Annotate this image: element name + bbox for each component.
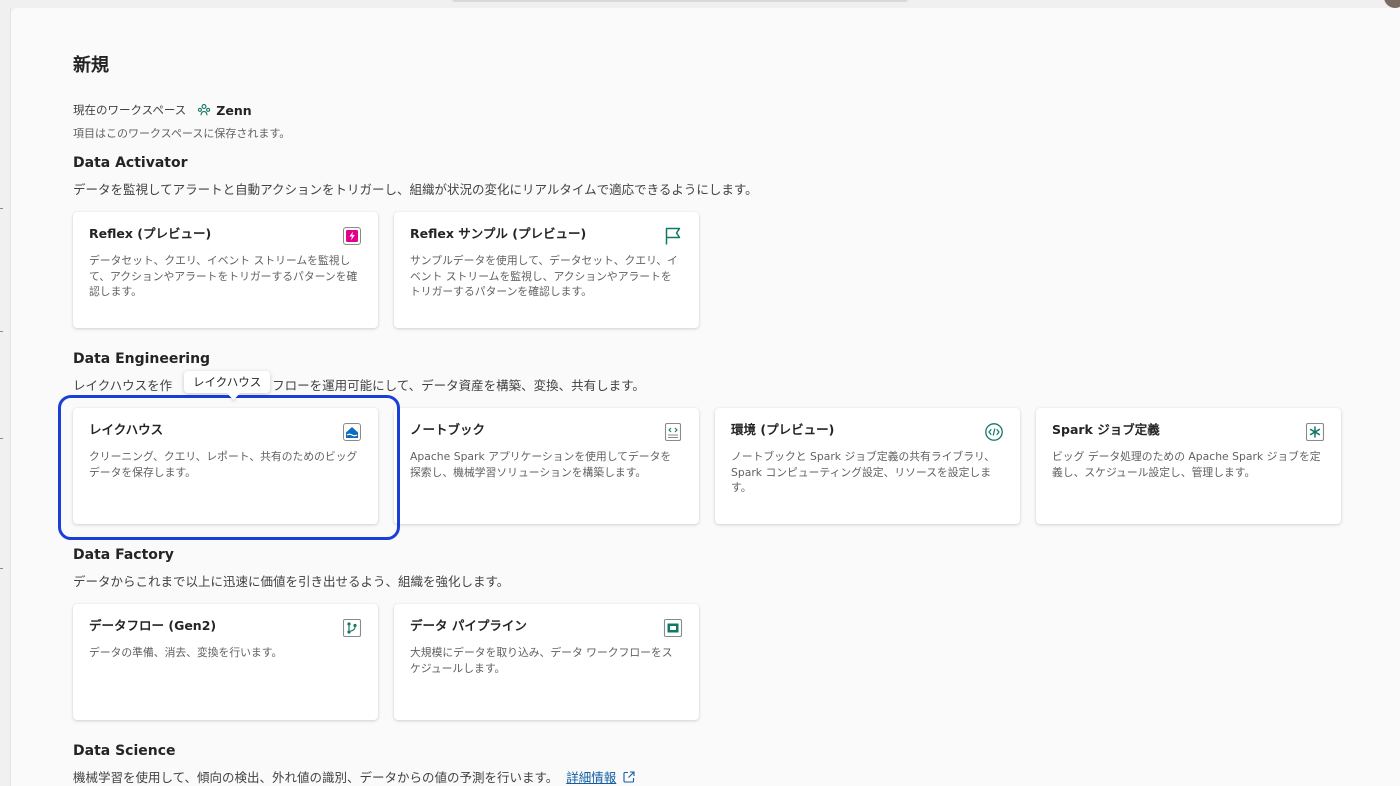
card-description: クリーニング、クエリ、レポート、共有のためのビッグ データを保存します。 [89, 450, 358, 479]
external-link-icon[interactable] [622, 770, 636, 784]
page-title: 新規 [73, 55, 109, 76]
card-title: データ パイプライン [410, 618, 527, 633]
card-dataflow-gen2[interactable]: データフロー (Gen2) データの準備、消去、変換を行います。 [73, 604, 378, 720]
card-reflex[interactable]: Reflex (プレビュー) データセット、クエリ、イベント ストリームを監視し… [73, 212, 378, 328]
card-description: サンプルデータを使用して、データセット、クエリ、イベント ストリームを監視し、ア… [410, 254, 678, 298]
card-lakehouse[interactable]: レイクハウス クリーニング、クエリ、レポート、共有のためのビッグ データを保存し… [73, 408, 378, 524]
learn-more-link[interactable]: 詳細情報 [566, 770, 616, 785]
flag-icon [665, 227, 681, 245]
card-reflex-sample[interactable]: Reflex サンプル (プレビュー) サンプルデータを使用して、データセット、… [394, 212, 699, 328]
card-title: 環境 (プレビュー) [731, 422, 835, 437]
workspace-name[interactable]: Zenn [216, 103, 251, 118]
rail-item[interactable] [0, 568, 3, 569]
section-description-data-activator: データを監視してアラートと自動アクションをトリガーし、組織が状況の変化にリアルタ… [73, 182, 758, 197]
spark-job-icon [1305, 422, 1325, 442]
card-description: Apache Spark アプリケーションを使用してデータを探索し、機械学習ソリ… [410, 450, 672, 479]
top-bar [0, 0, 1400, 8]
section-title-data-activator: Data Activator [73, 155, 188, 171]
card-description: 大規模にデータを取り込み、データ ワークフローをスケジュールします。 [410, 646, 673, 675]
card-data-pipeline[interactable]: データ パイプライン 大規模にデータを取り込み、データ ワークフローをスケジュー… [394, 604, 699, 720]
section-title-data-science: Data Science [73, 743, 176, 759]
rail-item[interactable] [0, 331, 3, 332]
card-environment[interactable]: 環境 (プレビュー) ノートブックと Spark ジョブ定義の共有ライブラリ、S… [715, 408, 1020, 524]
section-title-data-factory: Data Factory [73, 547, 174, 563]
card-title: データフロー (Gen2) [89, 618, 217, 633]
dataflow-icon [342, 618, 362, 638]
tooltip: レイクハウス [184, 371, 271, 393]
current-workspace: 現在のワークスペース Zenn [73, 102, 252, 118]
left-navigation-rail [0, 8, 11, 786]
card-notebook[interactable]: ノートブック Apache Spark アプリケーションを使用してデータを探索し… [394, 408, 699, 524]
card-title: ノートブック [410, 422, 486, 437]
card-description: ノートブックと Spark ジョブ定義の共有ライブラリ、Spark コンピューテ… [731, 450, 995, 494]
section-title-data-engineering: Data Engineering [73, 351, 211, 367]
rail-item[interactable] [0, 208, 3, 209]
card-description: データセット、クエリ、イベント ストリームを監視して、アクションやアラートをトリ… [89, 254, 358, 298]
card-description: ビッグ データ処理のための Apache Spark ジョブを定義し、スケジュー… [1052, 450, 1321, 479]
reflex-icon [343, 227, 361, 245]
section-description-data-science: 機械学習を使用して、傾向の検出、外れ値の識別、データからの値の予測を行います。詳… [73, 767, 636, 786]
section-description-data-engineering: レイクハウスを作 フローを運用可能にして、データ資産を構築、変換、共有します。 [73, 378, 645, 393]
notebook-icon [664, 422, 682, 442]
card-title: Reflex (プレビュー) [89, 226, 212, 241]
workspace-people-icon [198, 104, 211, 116]
card-title: レイクハウス [89, 422, 164, 437]
environment-icon [985, 423, 1003, 441]
card-title: Reflex サンプル (プレビュー) [410, 226, 587, 241]
workspace-hint: 項目はこのワークスペースに保存されます。 [73, 127, 291, 140]
rail-item[interactable] [0, 438, 3, 439]
new-item-panel: 新規 現在のワークスペース Zenn 項目はこのワークスペースに保存されます。 … [11, 8, 1400, 786]
section-description-data-factory: データからこれまで以上に迅速に価値を引き出せるよう、組織を強化します。 [73, 574, 510, 589]
card-description: データの準備、消去、変換を行います。 [89, 646, 283, 659]
workspace-label: 現在のワークスペース [73, 103, 187, 117]
lakehouse-icon [343, 423, 361, 441]
search-bar[interactable] [452, 0, 908, 2]
pipeline-icon [663, 618, 683, 638]
avatar[interactable] [1384, 0, 1400, 8]
card-title: Spark ジョブ定義 [1052, 422, 1160, 437]
card-spark-job-definition[interactable]: Spark ジョブ定義 ビッグ データ処理のための Apache Spark ジ… [1036, 408, 1341, 524]
